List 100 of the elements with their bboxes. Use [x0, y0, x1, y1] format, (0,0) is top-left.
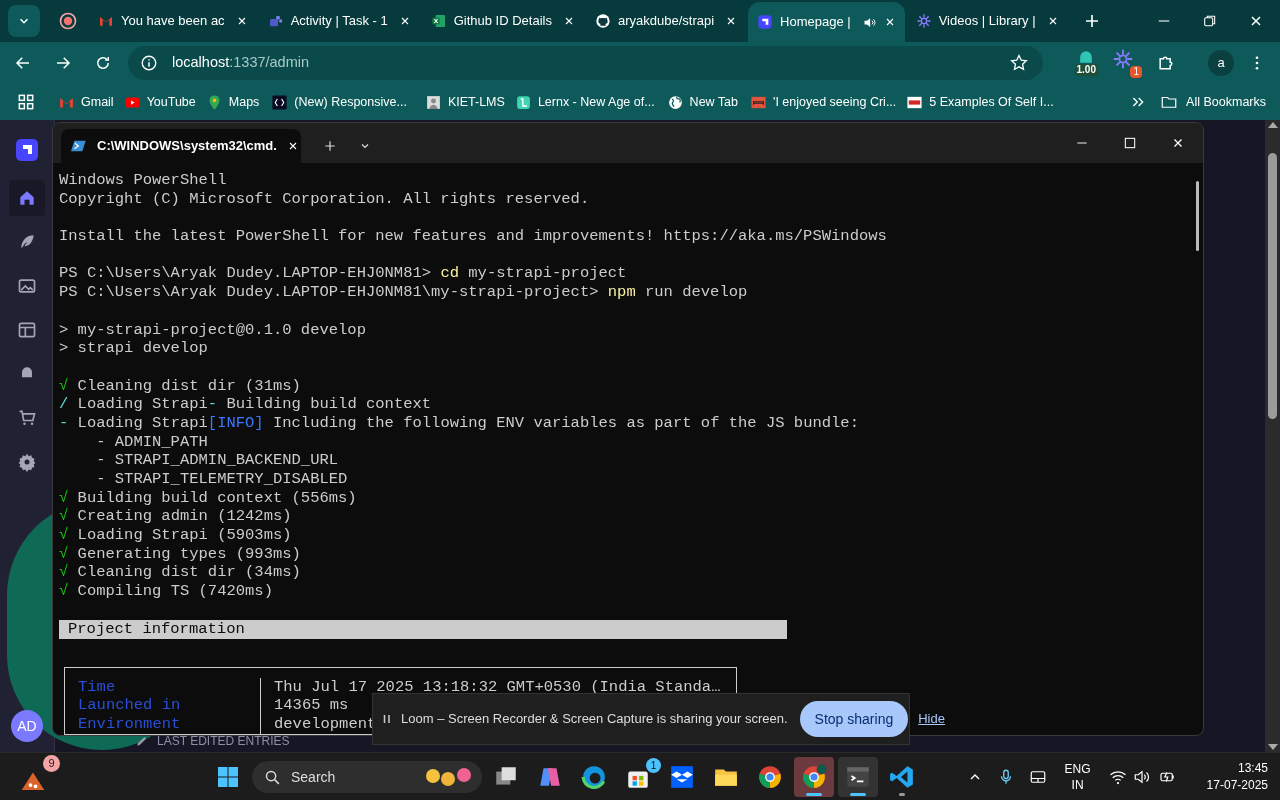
terminal-line: Install the latest PowerShell for new features and improvements! https://aka.ms/PSWindows — [59, 227, 887, 246]
bookmark-link[interactable]: 5 Examples Of Self I... — [906, 92, 1054, 112]
app-logo-icon[interactable] — [15, 138, 39, 162]
terminal-tab[interactable]: C:\WINDOWS\system32\cmd. — [61, 129, 301, 163]
taskbar-app[interactable]: 1 — [618, 757, 658, 797]
bookmark-link[interactable]: (New) Responsive... — [271, 92, 407, 112]
record-icon[interactable] — [58, 11, 78, 31]
url-text: localhost:1337/admin — [172, 53, 311, 73]
powershell-icon — [71, 138, 87, 154]
tab-list-button[interactable] — [8, 5, 40, 37]
browser-tab[interactable]: Homepage | — [748, 2, 905, 42]
weather-button[interactable]: 9 — [18, 755, 60, 797]
browser-tab[interactable]: Activity | Task - 1 — [258, 5, 420, 37]
cart-icon — [17, 408, 37, 428]
extension-badge: 1.00 — [1074, 64, 1098, 76]
layout-icon — [17, 320, 37, 340]
bookmark-link[interactable]: Gmail — [58, 92, 114, 112]
terminal-line: √ Cleaning dist dir (31ms) — [59, 376, 301, 396]
sharing-message: Loom – Screen Recorder & Screen Capture is sharing your screen. — [401, 710, 788, 729]
terminal-scrollbar[interactable] — [1196, 181, 1199, 251]
bookmark-link[interactable]: Lernx - New Age of... — [514, 92, 655, 112]
chrome-icon — [757, 764, 783, 790]
bookmark-link[interactable]: New Tab — [666, 92, 739, 112]
portrait-icon — [424, 93, 442, 111]
browser-tab[interactable]: aryakdube/strapi — [585, 5, 747, 37]
banner-text: Project information — [68, 619, 245, 638]
sheet-icon — [430, 13, 447, 29]
nav-item[interactable] — [9, 180, 45, 216]
emoji-drawing — [424, 766, 474, 788]
clock[interactable]: 13:45 17-07-2025 — [1206, 759, 1268, 794]
image-icon — [17, 276, 37, 296]
table-value: 14365 ms — [274, 696, 349, 715]
browser-tab[interactable]: Github ID Details — [421, 5, 584, 37]
terminal-line: √ Loading Strapi (5903ms) — [59, 526, 292, 545]
browser-tab[interactable]: Videos | Library | — [906, 5, 1068, 37]
chrome-icon — [801, 764, 827, 790]
notification-badge: 9 — [43, 755, 60, 772]
reload-icon[interactable] — [94, 54, 112, 72]
table-label: Launched in — [78, 696, 181, 715]
terminal-line: √ Generating types (993ms) — [59, 544, 301, 563]
plus-icon[interactable] — [323, 139, 337, 153]
terminal-line: √ Creating admin (1242ms) — [59, 507, 292, 526]
browser-tab[interactable]: You have been ac — [89, 5, 257, 37]
profile-avatar[interactable]: a — [1208, 50, 1234, 76]
table-value: development — [274, 714, 377, 734]
burst-icon — [915, 13, 932, 29]
terminal-line: Windows PowerShell — [59, 171, 227, 190]
terminal-line: PS C:\Users\Aryak Dudey.LAPTOP-EHJ0NM81> cd my-strapi-project — [59, 264, 627, 284]
maximize-icon[interactable] — [1123, 136, 1137, 150]
cube-icon — [757, 14, 774, 30]
all-bookmarks-button[interactable]: All Bookmarks — [1160, 92, 1266, 112]
terminal-line: - Loading Strapi[INFO] Including the following ENV variables as part of the JS bundle: — [59, 413, 859, 433]
terminal-line: - ADMIN_PATH — [95, 432, 208, 452]
section-heading: LAST EDITED ENTRIES — [157, 733, 290, 750]
terminal-line: √ Building build context (556ms) — [59, 488, 357, 507]
page-scrollbar[interactable] — [1265, 120, 1280, 752]
address-bar[interactable]: localhost:1337/admin — [128, 46, 1043, 80]
taskbar-app[interactable] — [838, 757, 878, 797]
table-label: Environment — [78, 714, 181, 734]
back-icon[interactable] — [14, 54, 32, 72]
terminal-line: - STRAPI_ADMIN_BACKEND_URL — [95, 451, 339, 470]
bookmark-link[interactable]: YouTube — [123, 92, 196, 112]
code-icon — [271, 93, 289, 111]
bookmark-link[interactable]: KIET-LMS — [424, 92, 505, 112]
extension-button[interactable]: 1 — [1112, 48, 1142, 78]
language-indicator[interactable]: ENG IN — [1064, 760, 1091, 793]
terminal-line: √ Compiling TS (7420ms) — [59, 582, 273, 601]
meter-icon — [1079, 50, 1094, 64]
book-icon — [514, 93, 532, 111]
globe-icon — [666, 93, 684, 111]
burst-icon — [1112, 48, 1134, 70]
notification-badge: 1 — [646, 758, 661, 773]
search-field[interactable]: Search — [252, 761, 482, 793]
dropbox-icon — [669, 764, 695, 790]
pencil-icon — [135, 734, 149, 748]
terminal-line: PS C:\Users\Aryak Dudey.LAPTOP-EHJ0NM81\my-strapi-project> npm run develop — [59, 283, 748, 302]
edge-icon — [581, 764, 607, 790]
restore-icon[interactable] — [1202, 13, 1218, 29]
extension-badge: 1 — [1130, 66, 1142, 78]
terminal-line: - STRAPI_TELEMETRY_DISABLED — [95, 470, 348, 489]
extension-button[interactable]: 1.00 — [1074, 50, 1098, 76]
info-icon[interactable] — [140, 54, 158, 72]
stop-sharing-button[interactable]: Stop sharing — [799, 701, 909, 737]
bookmark-link[interactable]: Maps — [205, 92, 260, 112]
windows-icon — [216, 765, 240, 789]
search-icon — [264, 768, 281, 786]
code-editor-icon — [889, 764, 915, 790]
forward-icon[interactable] — [54, 54, 72, 72]
table-label: Time — [78, 677, 116, 697]
apps-grid-icon[interactable] — [16, 92, 36, 112]
settings-icon — [17, 452, 37, 472]
people-icon — [267, 13, 284, 29]
hide-link[interactable]: Hide — [918, 709, 945, 729]
table-value: Thu Jul 17 2025 13:18:32 GMT+0530 (India Standa… — [274, 677, 721, 697]
terminal-line: √ Cleaning dist dir (34ms) — [59, 563, 301, 582]
bookmark-link[interactable]: 'I enjoyed seeing Cri... — [750, 92, 897, 112]
terminal-line: > my-strapi-project@0.1.0 develop — [59, 320, 366, 340]
star-icon[interactable] — [1008, 53, 1029, 73]
terminal-line: > strapi develop — [59, 339, 208, 358]
terminal-icon — [845, 764, 871, 790]
